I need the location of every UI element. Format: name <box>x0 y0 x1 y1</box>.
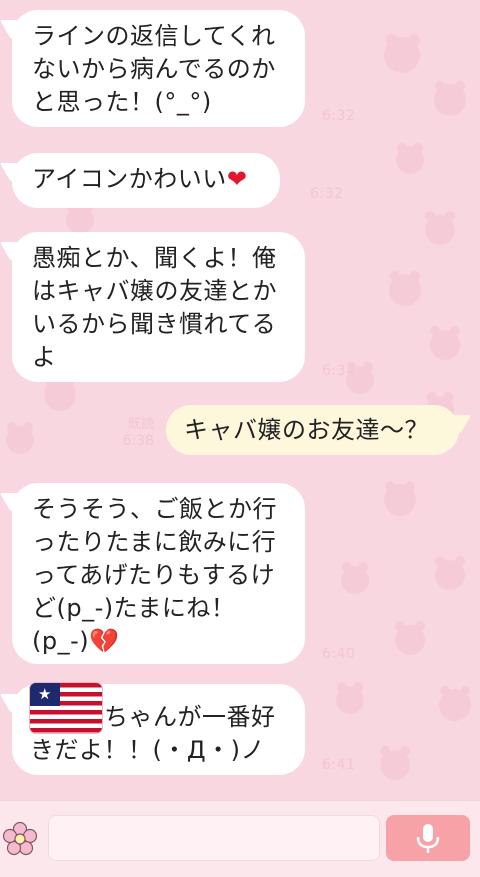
message-time: 6:34 <box>322 363 356 379</box>
message-bubble[interactable]: アイコンかわいい❤ <box>12 153 280 208</box>
message-bubble-outgoing[interactable]: キャバ嬢のお友達〜？ <box>166 405 459 455</box>
read-receipt: 既読 6:38 <box>108 417 154 449</box>
message-text: ど(p_-)たまにね！ <box>32 594 236 622</box>
liberia-flag-icon: ★ <box>30 683 102 733</box>
message-text: ちゃんが一番好 <box>104 703 276 731</box>
mic-button[interactable] <box>386 815 470 861</box>
message-time: 6:38 <box>122 433 154 449</box>
message-bubble[interactable]: ラインの返信してくれ ないから病んでるのか と思った！(°_°) <box>12 10 305 127</box>
message-text: よ <box>32 343 57 371</box>
message-text: (p_-) <box>32 627 90 655</box>
message-text: アイコンかわいい <box>32 165 227 193</box>
read-label: 既読 <box>127 417 154 432</box>
message-bubble[interactable]: 愚痴とか、聞くよ！俺 はキャバ嬢の友達とか いるから聞き慣れてる よ <box>12 232 305 382</box>
message-input[interactable] <box>48 815 380 861</box>
message-text: きだよ！！(・Д・)ノ <box>30 736 265 764</box>
message-text: ないから病んでるのか <box>32 55 276 83</box>
flower-icon[interactable] <box>3 822 37 856</box>
message-text: いるから聞き慣れてる <box>32 310 277 338</box>
message-text: と思った！(°_°) <box>32 88 212 116</box>
heart-emoji-icon: ❤ <box>226 165 248 193</box>
message-text: キャバ嬢のお友達〜？ <box>184 416 429 444</box>
message-bubble[interactable]: ★ ちゃんが一番好 きだよ！！(・Д・)ノ <box>12 683 305 775</box>
message-text: そうそう、ご飯とか行 <box>32 495 277 523</box>
message-text: ってあげたりもするけ <box>32 561 276 589</box>
message-time: 6:40 <box>322 646 356 662</box>
message-time: 6:32 <box>310 186 344 202</box>
message-text: はキャバ嬢の友達とか <box>32 277 277 305</box>
message-text: 愚痴とか、聞くよ！俺 <box>32 244 277 272</box>
message-time: 6:32 <box>322 108 356 124</box>
message-text: ったりたまに飲みに行 <box>32 528 277 556</box>
message-bubble[interactable]: そうそう、ご飯とか行 ったりたまに飲みに行 ってあげたりもするけ ど(p_-)た… <box>12 483 305 664</box>
chat-area[interactable]: ラインの返信してくれ ないから病んでるのか と思った！(°_°) 6:32 アイ… <box>0 0 480 800</box>
message-text: ラインの返信してくれ <box>32 22 276 50</box>
microphone-icon <box>416 824 440 853</box>
message-time: 6:41 <box>322 757 356 773</box>
broken-heart-emoji-icon: 💔 <box>89 627 120 655</box>
